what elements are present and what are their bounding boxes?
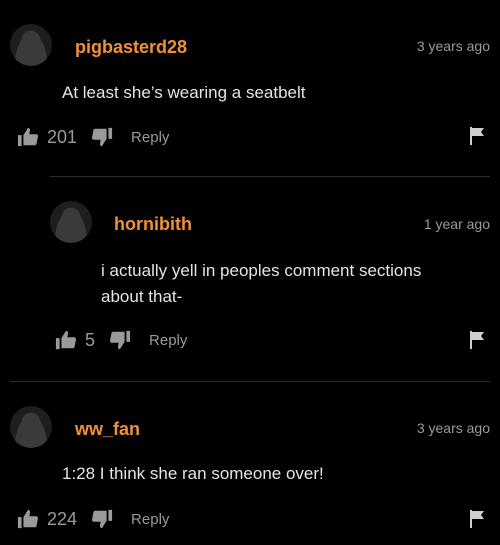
comment-username[interactable]: hornibith (114, 214, 192, 235)
comment: ww_fan 3 years ago 1:28 I think she ran … (0, 381, 500, 545)
avatar[interactable] (50, 201, 92, 243)
comment-timestamp: 3 years ago (416, 38, 490, 54)
thumbs-up-icon[interactable] (17, 508, 39, 530)
comment-actions: 201 Reply (17, 125, 169, 149)
like-count: 201 (47, 126, 78, 147)
comment-text: i actually yell in peoples comment secti… (101, 261, 422, 306)
comment-username[interactable]: ww_fan (75, 419, 140, 440)
comment-username[interactable]: pigbasterd28 (75, 37, 187, 58)
reply-button[interactable]: Reply (131, 129, 169, 146)
comment-text: 1:28 I think she ran someone over! (62, 464, 324, 483)
flag-icon[interactable] (469, 510, 485, 528)
reply-button[interactable]: Reply (131, 511, 169, 528)
avatar[interactable] (10, 406, 52, 448)
comment-timestamp: 1 year ago (423, 216, 490, 232)
comment-actions: 5 Reply (55, 328, 187, 352)
thumbs-up-icon[interactable] (55, 329, 77, 351)
comment: pigbasterd28 3 years ago At least she’s … (0, 0, 500, 170)
comment-text: At least she’s wearing a seatbelt (62, 83, 306, 102)
flag-icon[interactable] (469, 331, 485, 349)
thumbs-up-icon[interactable] (17, 126, 39, 148)
like-count: 5 (85, 329, 96, 350)
comment-reply: hornibith 1 year ago i actually yell in … (0, 176, 500, 381)
thumbs-down-icon[interactable] (91, 126, 113, 148)
reply-button[interactable]: Reply (149, 332, 187, 349)
thumbs-down-icon[interactable] (91, 508, 113, 530)
avatar[interactable] (10, 24, 52, 66)
comment-timestamp: 3 years ago (416, 420, 490, 436)
thumbs-down-icon[interactable] (109, 329, 131, 351)
like-count: 224 (47, 508, 78, 529)
flag-icon[interactable] (469, 127, 485, 145)
comment-actions: 224 Reply (17, 507, 169, 531)
